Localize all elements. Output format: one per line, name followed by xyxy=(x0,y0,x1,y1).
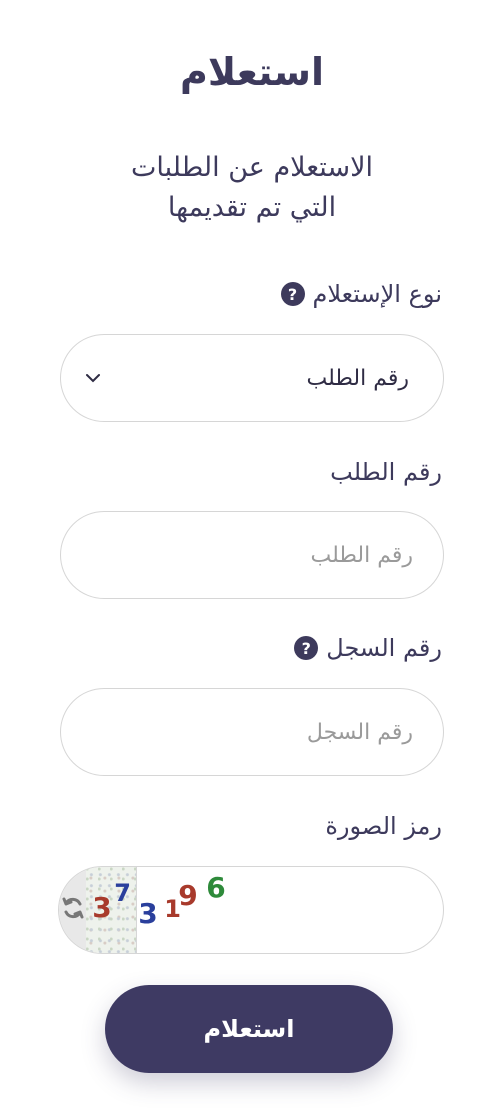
refresh-icon xyxy=(60,895,86,925)
chevron-down-icon xyxy=(61,373,101,383)
captcha-digit: 3 xyxy=(92,891,112,924)
captcha-digit: 7 xyxy=(114,879,131,907)
page-subtitle: الاستعلام عن الطلبات التي تم تقديمها xyxy=(40,148,464,228)
registry-number-input[interactable] xyxy=(61,689,443,775)
subtitle-line-2: التي تم تقديمها xyxy=(167,192,337,223)
captcha-label: رمز الصورة xyxy=(325,812,442,840)
inquiry-type-selected-value: رقم الطلب xyxy=(306,365,409,391)
registry-number-label: رقم السجل ? xyxy=(294,634,442,662)
question-circle-icon[interactable]: ? xyxy=(280,282,305,306)
captcha-digit: 9 xyxy=(178,879,198,912)
request-number-input[interactable] xyxy=(61,512,443,598)
inquiry-type-select[interactable]: رقم الطلب xyxy=(60,334,444,422)
captcha-image: 3 7 3 1 9 6 xyxy=(86,867,226,953)
request-number-label-text: رقم الطلب xyxy=(330,458,442,486)
inquiry-type-label-text: نوع الإستعلام xyxy=(312,280,443,308)
request-number-field-wrapper xyxy=(60,511,444,599)
inquiry-type-label: نوع الإستعلام ? xyxy=(280,280,443,308)
registry-number-field-wrapper xyxy=(60,688,444,776)
registry-number-label-text: رقم السجل xyxy=(326,634,442,662)
request-number-label: رقم الطلب xyxy=(330,458,442,486)
captcha-digit: 3 xyxy=(138,897,158,930)
captcha-refresh-button[interactable] xyxy=(59,867,87,953)
captcha-label-text: رمز الصورة xyxy=(325,812,442,840)
question-circle-icon[interactable]: ? xyxy=(294,636,319,660)
captcha-row: 3 7 3 1 9 6 xyxy=(58,866,444,954)
subtitle-line-1: الاستعلام عن الطلبات xyxy=(131,152,373,183)
captcha-digit: 6 xyxy=(206,871,226,904)
page-title: استعلام xyxy=(179,50,325,94)
submit-inquiry-button[interactable]: استعلام xyxy=(105,985,393,1073)
